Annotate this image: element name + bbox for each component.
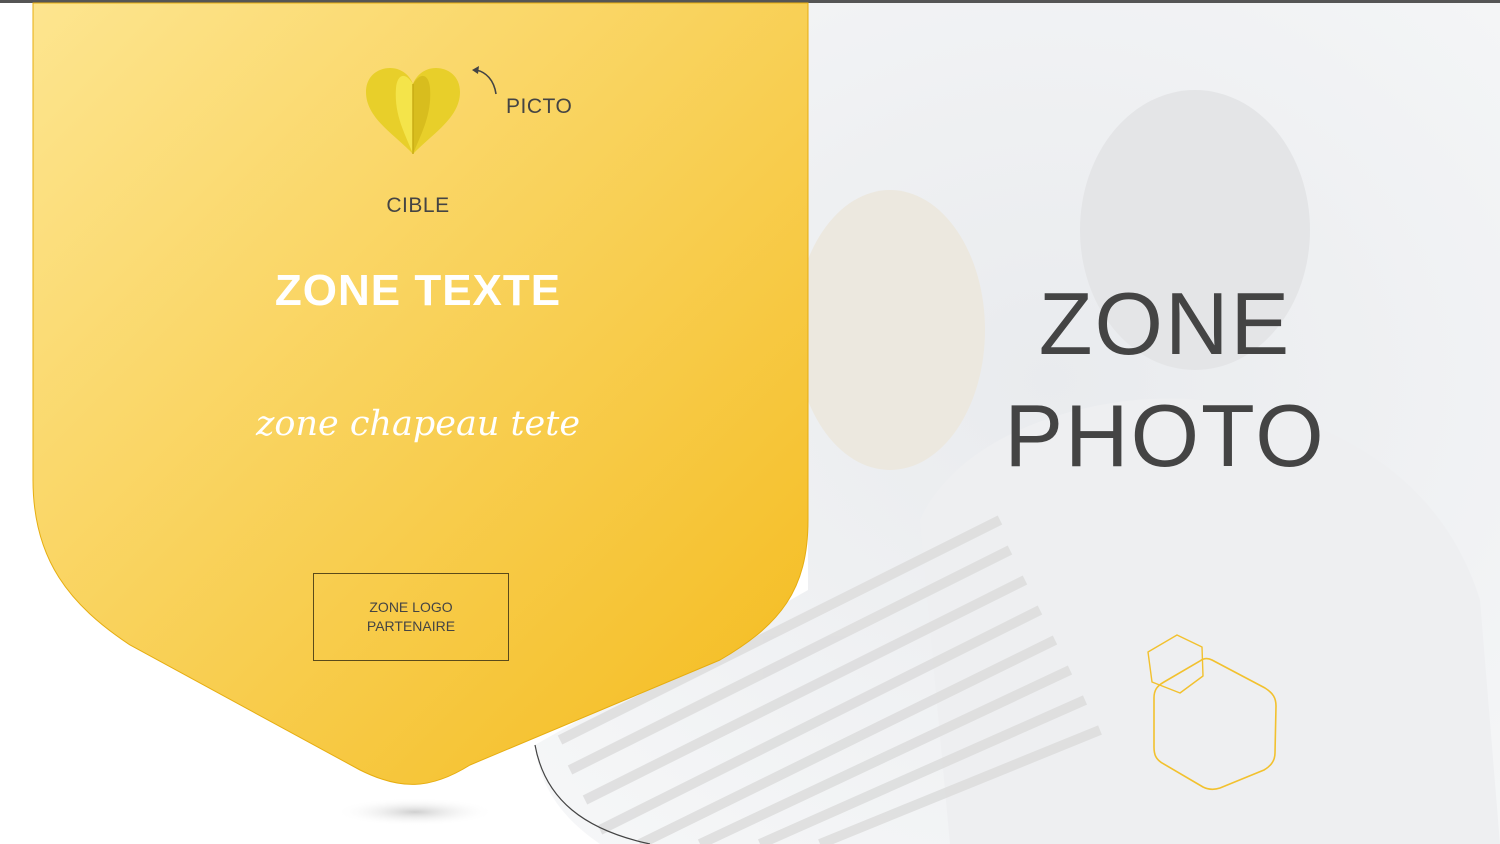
panel-shadow (335, 798, 495, 826)
heart-icon (366, 68, 460, 154)
picto-label: PICTO (506, 95, 573, 118)
partner-logo-line2: PARTENAIRE (366, 618, 456, 634)
partner-logo-zone: ZONE LOGO PARTENAIRE (313, 573, 509, 661)
zone-texte-heading: ZONE TEXTE (274, 266, 562, 315)
partner-logo-line1: ZONE LOGO (369, 599, 453, 615)
zone-photo-label: ZONE PHOTO (990, 268, 1340, 492)
curved-arrow-icon (472, 66, 497, 95)
hexagon-outline-icon (1147, 634, 1277, 791)
zone-chapeau-text: zone chapeau tete (255, 404, 581, 444)
cible-label: CIBLE (386, 194, 450, 217)
zone-photo-line2: PHOTO (1004, 386, 1326, 485)
zone-photo-line1: ZONE (1038, 274, 1292, 373)
